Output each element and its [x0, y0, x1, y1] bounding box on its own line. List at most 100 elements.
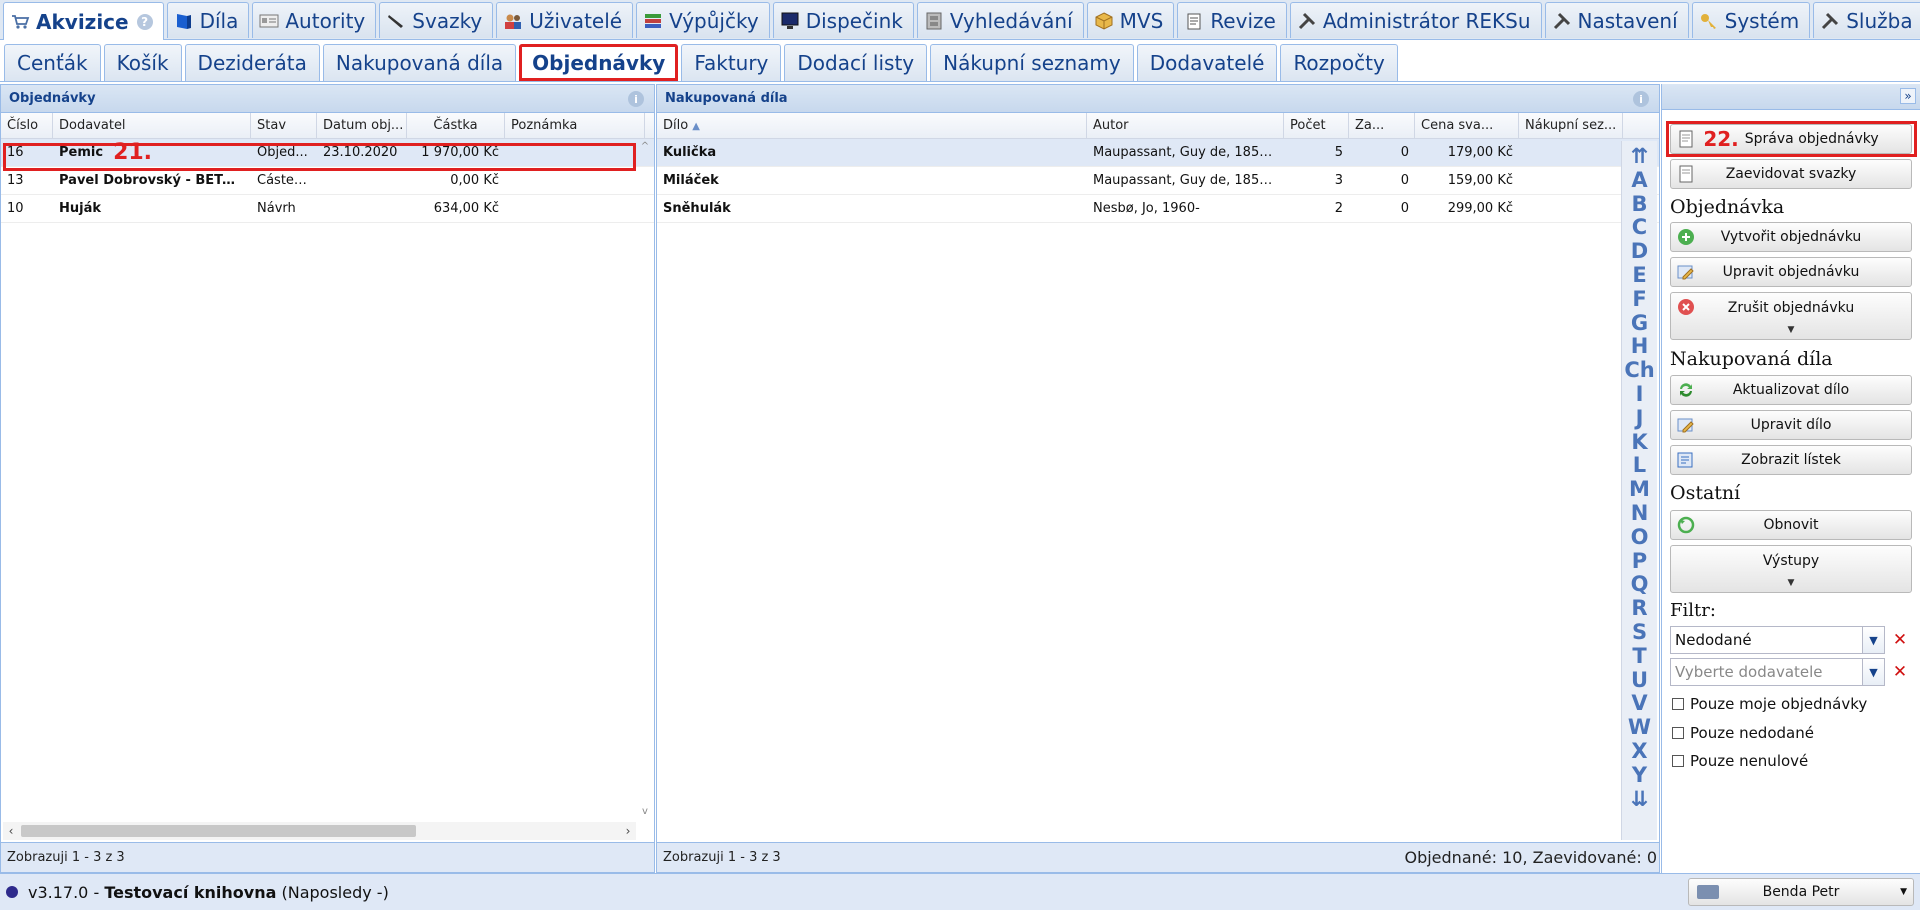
scroll-down-arrow-icon[interactable]: v	[638, 806, 652, 820]
upravit-objednavku-button[interactable]: Upravit objednávku	[1670, 257, 1912, 287]
subtab-nakupovana-dila[interactable]: Nakupovaná díla	[322, 44, 517, 81]
col-za[interactable]: Za...	[1349, 113, 1415, 138]
tab-svazky[interactable]: Svazky	[379, 2, 494, 38]
zobrazit-listek-button[interactable]: Zobrazit lístek	[1670, 445, 1912, 475]
alpha-x[interactable]: X	[1631, 739, 1647, 764]
table-row[interactable]: Miláček Maupassant, Guy de, 1850-... 3 0…	[657, 167, 1659, 195]
subtab-rozpocty[interactable]: Rozpočty	[1280, 44, 1398, 81]
clear-filter-icon[interactable]: ✕	[1889, 627, 1911, 653]
upravit-dilo-button[interactable]: Upravit dílo	[1670, 410, 1912, 440]
tab-nastaveni[interactable]: Nastavení	[1544, 2, 1689, 38]
table-row[interactable]: 16 Pemic 21. Objed... 23.10.2020 1 970,0…	[1, 139, 654, 167]
alpha-h[interactable]: H	[1631, 335, 1649, 359]
alpha-a[interactable]: A	[1631, 168, 1647, 193]
alpha-ch[interactable]: Ch	[1624, 358, 1654, 383]
subtab-dodavatele[interactable]: Dodavatelé	[1136, 44, 1278, 81]
tab-akvizice[interactable]: Akvizice ?	[3, 2, 164, 40]
alpha-t[interactable]: T	[1632, 644, 1646, 669]
orders-horizontal-scrollbar[interactable]: ‹ ›	[3, 822, 636, 840]
col-datum[interactable]: Datum obj...	[317, 113, 407, 138]
subtab-faktury[interactable]: Faktury	[681, 44, 782, 81]
alpha-l[interactable]: L	[1633, 454, 1646, 478]
zaevidovat-svazky-button[interactable]: Zaevidovat svazky	[1670, 159, 1912, 189]
col-dodavatel[interactable]: Dodavatel	[53, 113, 251, 138]
scroll-left-arrow-icon[interactable]: ‹	[3, 822, 19, 840]
sprava-objednavky-button[interactable]: 22. Správa objednávky	[1670, 124, 1912, 154]
tab-dila[interactable]: Díla	[166, 2, 250, 38]
table-row[interactable]: 10 Huják Návrh 634,00 Kč	[1, 195, 654, 223]
aktualizovat-dilo-button[interactable]: Aktualizovat dílo	[1670, 375, 1912, 405]
alpha-c[interactable]: C	[1632, 216, 1647, 240]
table-row[interactable]: Kulička Maupassant, Guy de, 1850-... 5 0…	[657, 139, 1659, 167]
user-menu-button[interactable]: Benda Petr ▼	[1688, 878, 1914, 906]
tab-uzivatele[interactable]: Uživatelé	[496, 2, 634, 38]
checkbox-box[interactable]	[1672, 727, 1684, 739]
tab-sluzba[interactable]: Služba	[1813, 2, 1920, 38]
col-cislo[interactable]: Číslo	[1, 113, 53, 138]
col-pocet[interactable]: Počet	[1284, 113, 1349, 138]
tab-revize[interactable]: Revize	[1177, 2, 1287, 38]
checkbox-box[interactable]	[1672, 698, 1684, 710]
alpha-i[interactable]: I	[1636, 382, 1644, 407]
scroll-right-arrow-icon[interactable]: ›	[620, 822, 636, 840]
collapse-panel-icon[interactable]: »	[1900, 88, 1916, 104]
col-stav[interactable]: Stav	[251, 113, 317, 138]
alpha-v[interactable]: V	[1631, 692, 1647, 716]
alpha-p[interactable]: P	[1632, 549, 1647, 574]
tab-vyhledavani[interactable]: Vyhledávání	[916, 2, 1084, 38]
subtab-centak[interactable]: Cenťák	[4, 44, 101, 81]
tab-administrator-reksu[interactable]: Administrátor REKSu	[1289, 2, 1542, 38]
subtab-objednavky[interactable]: Objednávky	[519, 44, 679, 81]
tab-dispecink[interactable]: Dispečink	[772, 2, 914, 38]
supplier-select[interactable]: Vyberte dodavatele ▼	[1670, 658, 1885, 686]
obnovit-button[interactable]: Obnovit	[1670, 510, 1912, 540]
alpha-g[interactable]: G	[1631, 311, 1648, 336]
tab-mvs[interactable]: MVS	[1086, 2, 1175, 38]
alpha-b[interactable]: B	[1631, 192, 1647, 217]
subtab-deziderata[interactable]: Dezideráta	[184, 44, 320, 81]
scroll-up-arrow-icon[interactable]: ^	[638, 141, 652, 155]
alpha-s[interactable]: S	[1632, 620, 1647, 645]
scroll-top-icon[interactable]: ⇈	[1631, 144, 1649, 169]
col-nakupni[interactable]: Nákupní sez...	[1519, 113, 1623, 138]
tab-autority[interactable]: Autority	[252, 2, 377, 38]
col-autor[interactable]: Autor	[1087, 113, 1284, 138]
info-icon[interactable]: i	[628, 91, 644, 107]
scroll-thumb[interactable]	[21, 825, 416, 837]
clear-supplier-icon[interactable]: ✕	[1889, 659, 1911, 685]
tab-vypujcky[interactable]: Výpůjčky	[636, 2, 770, 38]
alpha-d[interactable]: D	[1631, 239, 1648, 264]
col-castka[interactable]: Částka	[407, 113, 505, 138]
table-row[interactable]: Sněhulák Nesbø, Jo, 1960- 2 0 299,00 Kč	[657, 195, 1659, 223]
filter-select[interactable]: Nedodané ▼	[1670, 626, 1885, 654]
alpha-w[interactable]: W	[1628, 715, 1651, 740]
vytvorit-objednavku-button[interactable]: Vytvořit objednávku	[1670, 222, 1912, 252]
alpha-u[interactable]: U	[1631, 668, 1648, 693]
subtab-dodaci-listy[interactable]: Dodací listy	[784, 44, 928, 81]
alpha-n[interactable]: N	[1631, 501, 1649, 526]
alpha-f[interactable]: F	[1632, 287, 1646, 312]
alpha-o[interactable]: O	[1631, 525, 1649, 550]
checkbox-moje-objednavky[interactable]: Pouze moje objednávky	[1672, 695, 1867, 713]
tab-system[interactable]: Systém	[1691, 2, 1811, 38]
alpha-y[interactable]: Y	[1632, 763, 1647, 788]
col-dilo[interactable]: Dílo ▲	[657, 113, 1087, 138]
scroll-bottom-icon[interactable]: ⇊	[1631, 787, 1649, 812]
info-icon[interactable]: i	[1633, 91, 1649, 107]
help-icon[interactable]: ?	[136, 13, 153, 30]
alpha-j[interactable]: J	[1636, 406, 1644, 431]
col-poznamka[interactable]: Poznámka	[505, 113, 645, 138]
alpha-k[interactable]: K	[1631, 430, 1647, 455]
alpha-e[interactable]: E	[1632, 263, 1646, 288]
checkbox-nedodane[interactable]: Pouze nedodané	[1672, 724, 1814, 742]
alpha-r[interactable]: R	[1631, 596, 1647, 621]
zrusit-objednavku-button[interactable]: Zrušit objednávku ▼	[1670, 292, 1912, 340]
checkbox-nenulove[interactable]: Pouze nenulové	[1672, 752, 1808, 770]
vystupy-button[interactable]: Výstupy ▼	[1670, 545, 1912, 593]
alpha-m[interactable]: M	[1629, 477, 1650, 502]
chevron-down-icon[interactable]: ▼	[1862, 659, 1884, 685]
orders-vertical-scrollbar[interactable]: ^ v	[638, 141, 652, 820]
alpha-q[interactable]: Q	[1631, 573, 1649, 597]
table-row[interactable]: 13 Pavel Dobrovský - BETA ... Částeč... …	[1, 167, 654, 195]
chevron-down-icon[interactable]: ▼	[1862, 627, 1884, 653]
